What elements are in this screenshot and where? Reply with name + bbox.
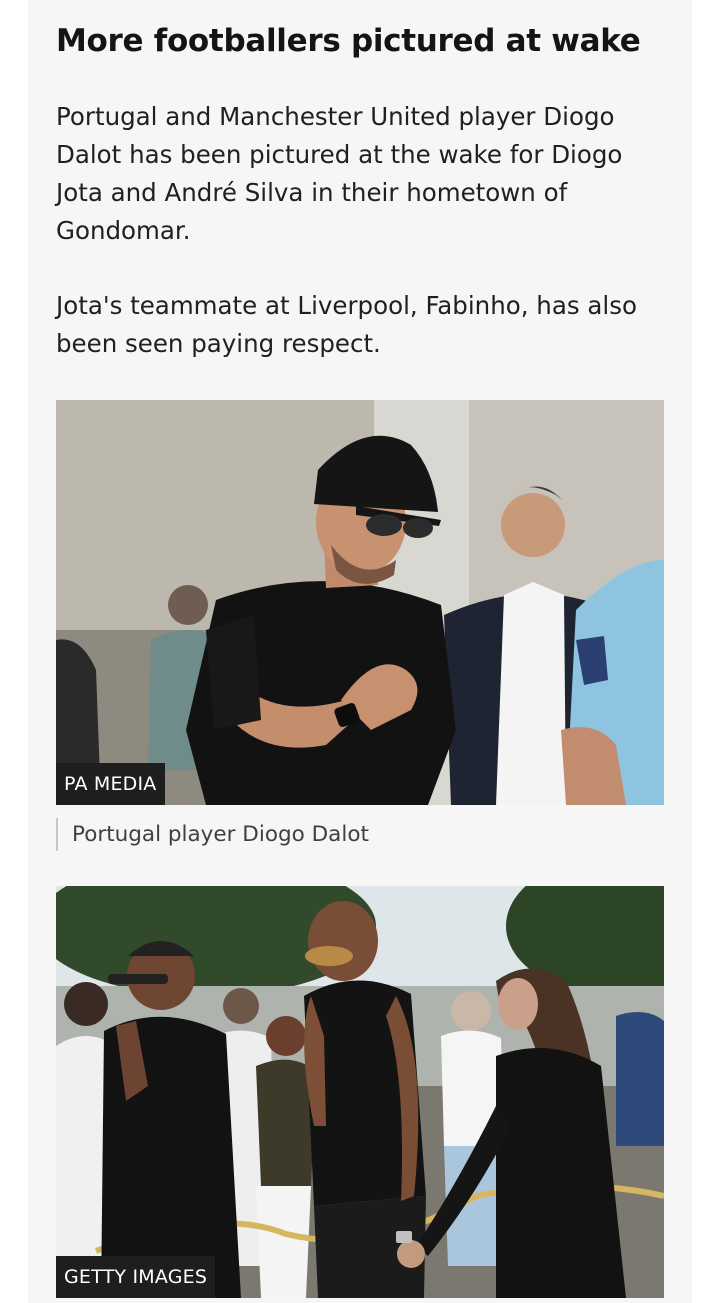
article-paragraph: Portugal and Manchester United player Di… <box>56 102 623 245</box>
article-paragraph: Jota's teammate at Liverpool, Fabinho, h… <box>56 291 637 358</box>
photo-dalot[interactable]: PA MEDIA <box>56 400 664 805</box>
image-caption: Portugal player Diogo Dalot <box>56 818 369 851</box>
photo-fabinho-image <box>56 886 664 1298</box>
article-headline: More footballers pictured at wake <box>56 23 641 59</box>
photo-dalot-image <box>56 400 664 805</box>
image-credit: PA MEDIA <box>56 763 165 805</box>
article-card: More footballers pictured at wake Portug… <box>28 0 692 1303</box>
photo-fabinho[interactable]: GETTY IMAGES <box>56 886 664 1298</box>
image-credit: GETTY IMAGES <box>56 1256 216 1298</box>
